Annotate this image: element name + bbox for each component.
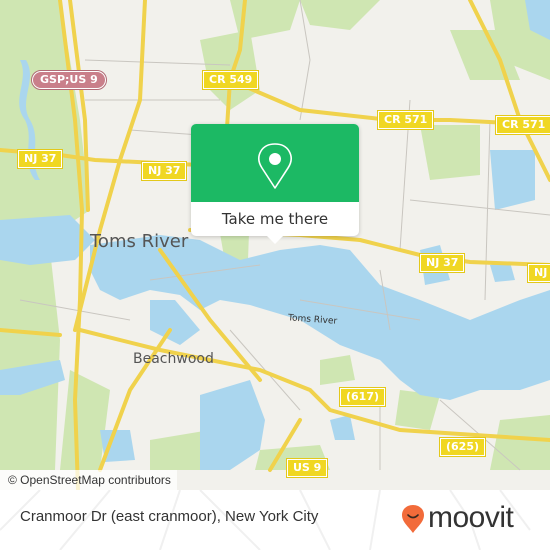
road-shield-nj37: NJ: [526, 263, 550, 283]
moovit-smiley-pin-icon: [402, 505, 424, 533]
road-shield-625: (625): [438, 437, 487, 457]
location-pin-icon: [258, 143, 292, 189]
map-attribution[interactable]: © OpenStreetMap contributors: [0, 470, 177, 490]
place-label-beachwood: Beachwood: [133, 351, 214, 367]
road-shield-us9: US 9: [285, 458, 329, 478]
moovit-logo[interactable]: moovit: [400, 501, 540, 536]
footer: Cranmoor Dr (east cranmoor), New York Ci…: [0, 490, 550, 550]
road-shield-cr571: CR 571: [494, 115, 550, 135]
road-shield-gsp-us9: GSP;US 9: [31, 70, 107, 90]
take-me-there-button[interactable]: Take me there: [191, 202, 359, 236]
road-shield-nj37: NJ 37: [16, 149, 64, 169]
road-shield-nj37: NJ 37: [418, 253, 466, 273]
road-shield-617: (617): [338, 387, 387, 407]
popup-pointer: [267, 236, 283, 244]
place-label-toms-river: Toms River: [90, 231, 189, 252]
road-shield-cr571: CR 571: [376, 110, 435, 130]
destination-popup: Take me there: [191, 124, 359, 236]
road-shield-nj37: NJ 37: [140, 161, 188, 181]
popup-header: [191, 124, 359, 202]
location-title: Cranmoor Dr (east cranmoor), New York Ci…: [20, 508, 319, 525]
road-shield-cr549: CR 549: [201, 70, 260, 90]
moovit-wordmark: moovit: [428, 501, 514, 534]
map[interactable]: Toms River Beachwood Toms River GSP;US 9…: [0, 0, 550, 490]
